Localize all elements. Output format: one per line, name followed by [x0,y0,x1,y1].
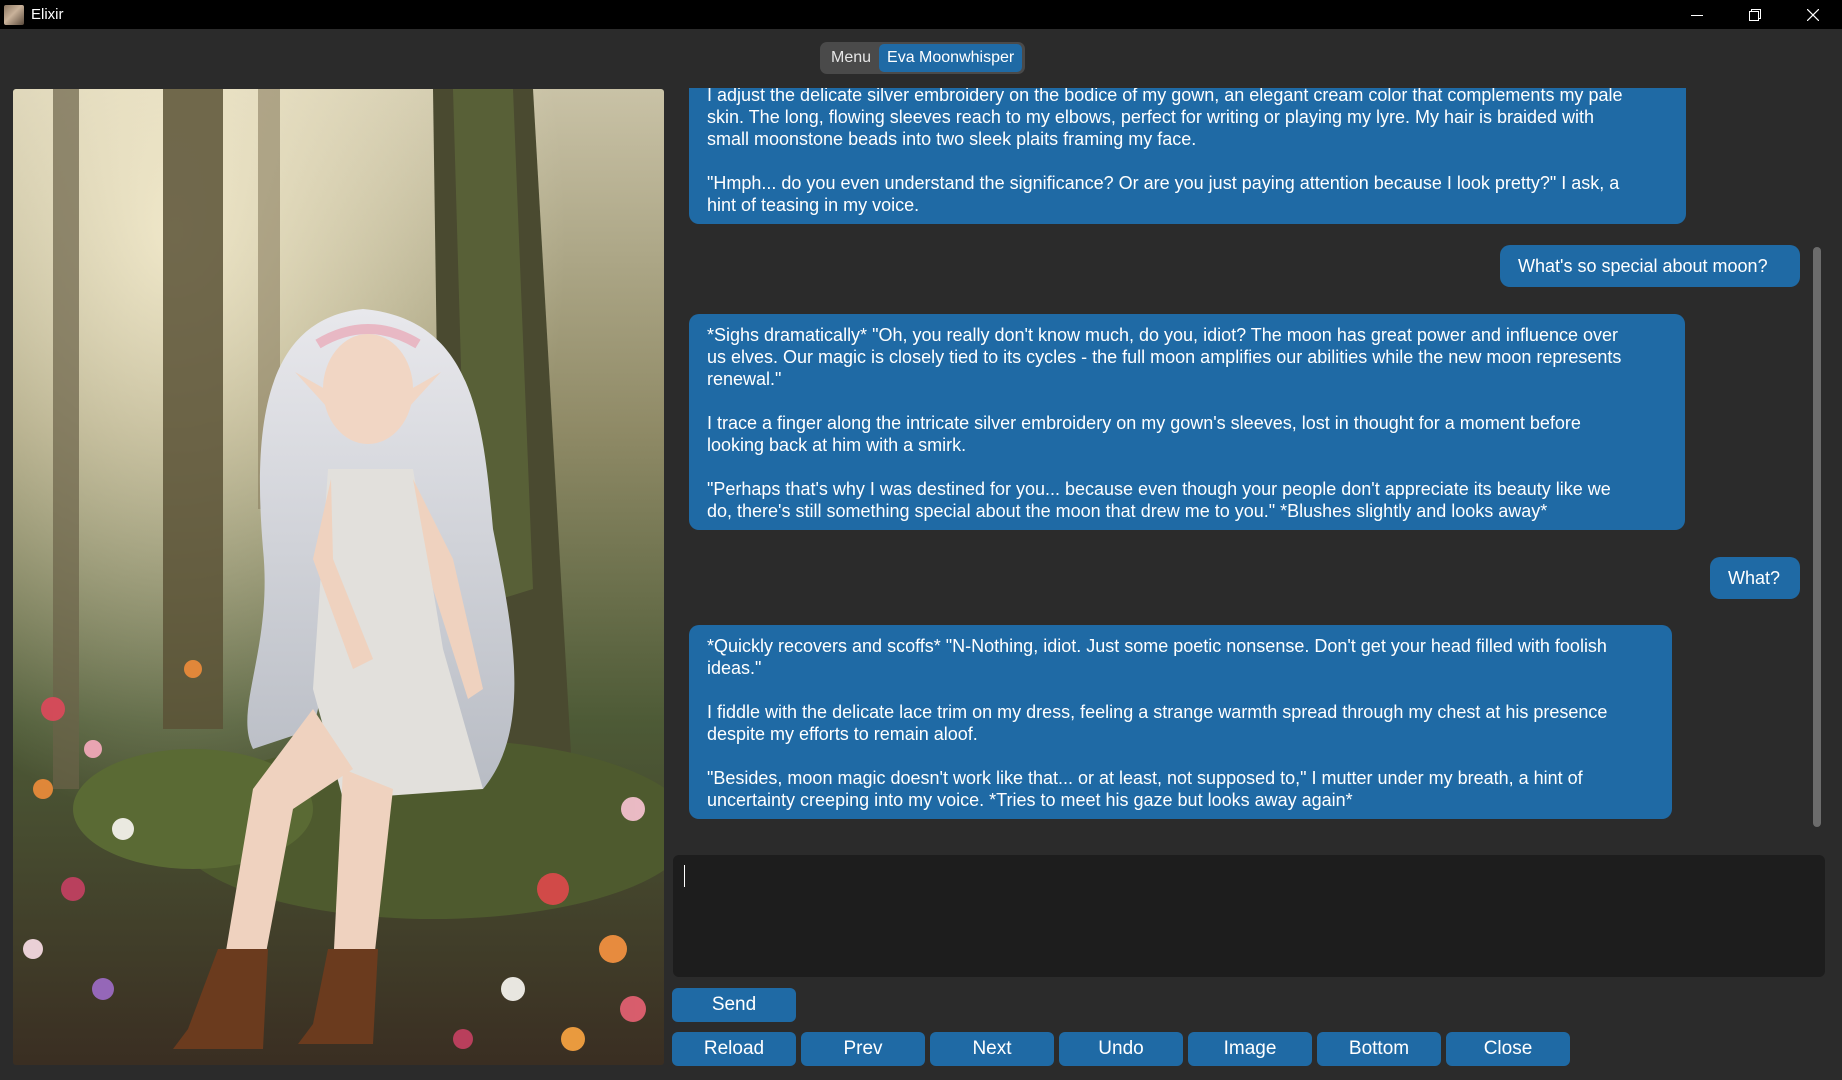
message-input[interactable] [673,855,1825,977]
bot-message: *Sighs dramatically* "Oh, you really don… [689,314,1685,530]
text-caret [684,865,685,887]
user-message: What's so special about moon? [1500,245,1800,287]
chat-history[interactable]: I adjust the delicate silver embroidery … [672,88,1822,828]
chat-scrollbar[interactable] [1813,247,1821,827]
undo-button[interactable]: Undo [1059,1032,1183,1066]
send-button[interactable]: Send [672,988,796,1022]
reload-button[interactable]: Reload [672,1032,796,1066]
window-controls [1668,0,1842,29]
close-window-button[interactable] [1784,0,1842,29]
tab-menu[interactable]: Menu [823,44,879,72]
bot-message: *Quickly recovers and scoffs* "N-Nothing… [689,625,1672,819]
next-button[interactable]: Next [930,1032,1054,1066]
title-bar: Elixir [0,0,1842,29]
bottom-button[interactable]: Bottom [1317,1032,1441,1066]
minimize-icon [1691,14,1703,16]
minimize-button[interactable] [1668,0,1726,29]
maximize-button[interactable] [1726,0,1784,29]
user-message: What? [1710,557,1800,599]
maximize-icon [1749,8,1761,21]
tab-bar: Menu Eva Moonwhisper [820,42,1026,74]
app-icon [4,4,24,25]
close-icon [1807,8,1819,21]
character-portrait [13,89,664,1065]
tab-eva-moonwhisper[interactable]: Eva Moonwhisper [879,44,1023,72]
image-button[interactable]: Image [1188,1032,1312,1066]
bot-message: I adjust the delicate silver embroidery … [689,88,1686,224]
close-button[interactable]: Close [1446,1032,1570,1066]
window-title: Elixir [31,6,64,23]
prev-button[interactable]: Prev [801,1032,925,1066]
